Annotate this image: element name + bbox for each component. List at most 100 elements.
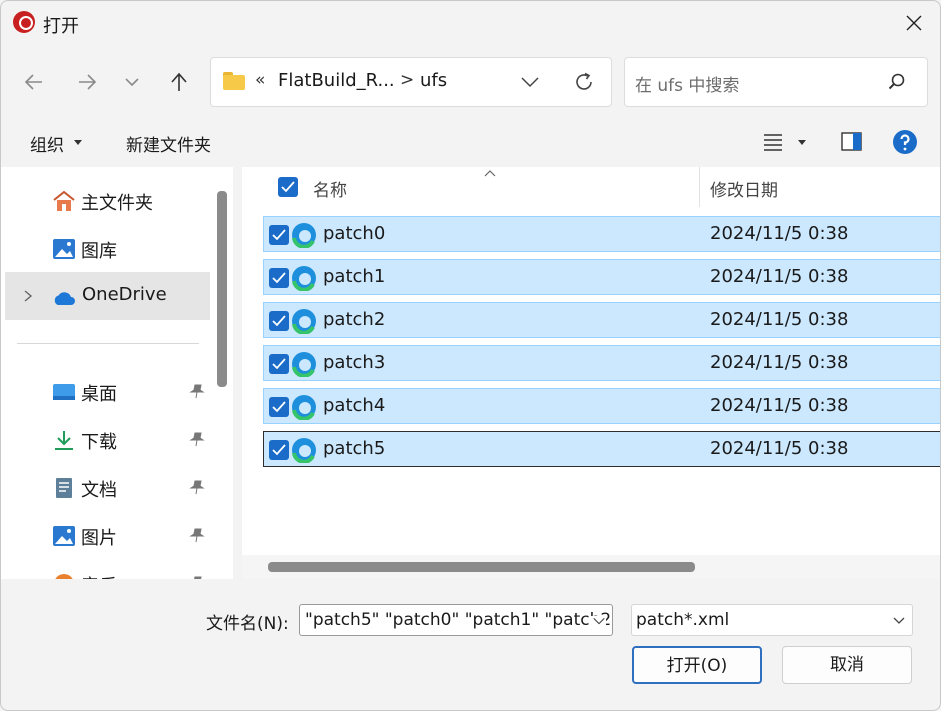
edge-file-icon (292, 395, 316, 420)
sidebar-item-onedrive[interactable]: OneDrive (5, 272, 210, 320)
expand-chevron-icon[interactable] (23, 289, 33, 303)
row-checkbox[interactable] (269, 354, 289, 374)
row-checkbox[interactable] (269, 311, 289, 331)
sidebar-item-label: OneDrive (82, 284, 167, 305)
edge-file-icon (292, 438, 316, 463)
file-name: patch1 (323, 266, 386, 287)
file-date: 2024/11/5 0:38 (710, 309, 849, 330)
view-options-caret-icon[interactable] (798, 140, 806, 145)
pin-icon (189, 528, 205, 543)
open-file-dialog: 打开 « FlatBuild_R... > ufs 在 ufs 中搜索 组织 新… (0, 0, 941, 711)
forward-button[interactable] (70, 65, 104, 99)
address-history-chevron-icon[interactable] (519, 73, 541, 91)
file-row-patch5[interactable]: patch5 2024/11/5 0:38 (263, 431, 940, 467)
file-type-select[interactable]: patch*.xml (631, 604, 913, 636)
close-icon (906, 15, 922, 31)
close-button[interactable] (889, 5, 939, 41)
download-icon (55, 431, 73, 450)
filename-input[interactable]: "patch5" "patch0" "patch1" "patch2" "pat… (299, 604, 613, 636)
sidebar-item-desktop[interactable]: 桌面 (1, 368, 211, 416)
sidebar-item-label: 文档 (81, 480, 117, 501)
view-list-icon[interactable] (763, 133, 783, 151)
pictures-icon (53, 526, 75, 546)
breadcrumb-overflow[interactable]: « (255, 70, 265, 90)
edge-file-icon (292, 352, 316, 377)
sidebar-item-pictures[interactable]: 图片 (1, 512, 211, 560)
organize-caret-icon (74, 140, 82, 145)
arrow-up-icon (171, 72, 187, 91)
organize-menu[interactable]: 组织 (30, 131, 64, 156)
pin-icon (194, 576, 202, 579)
music-icon (55, 574, 73, 579)
file-row-patch0[interactable]: patch0 2024/11/5 0:38 (263, 216, 940, 252)
arrow-right-icon (79, 74, 97, 90)
preview-pane-icon[interactable] (841, 132, 862, 151)
open-button[interactable]: 打开(O) (632, 646, 762, 684)
search-icon[interactable] (887, 72, 907, 92)
breadcrumb-separator[interactable]: > (400, 70, 414, 90)
column-header-name[interactable]: 名称 (313, 176, 347, 201)
sidebar-item-gallery[interactable]: 图库 (1, 225, 211, 273)
sidebar-item-label: 主文件夹 (81, 193, 153, 214)
back-button[interactable] (17, 65, 51, 99)
checkmark-icon (281, 181, 295, 193)
checkmark-icon (272, 229, 286, 241)
search-input[interactable]: 在 ufs 中搜索 (624, 57, 928, 107)
sidebar-item-downloads[interactable]: 下载 (1, 416, 211, 464)
checkmark-icon (272, 444, 286, 456)
column-header-modified[interactable]: 修改日期 (710, 176, 778, 201)
address-bar[interactable]: « FlatBuild_R... > ufs (210, 57, 612, 107)
horizontal-scrollbar[interactable] (268, 562, 695, 572)
app-logo-icon (13, 11, 35, 33)
pin-icon (189, 384, 205, 399)
checkmark-icon (272, 358, 286, 370)
file-date: 2024/11/5 0:38 (710, 352, 849, 373)
help-icon[interactable] (892, 129, 918, 155)
refresh-icon[interactable] (572, 70, 596, 94)
sidebar-item-home[interactable]: 主文件夹 (1, 177, 211, 225)
gallery-icon (53, 239, 75, 259)
sidebar-item-documents[interactable]: 文档 (1, 464, 211, 512)
file-row-patch2[interactable]: patch2 2024/11/5 0:38 (263, 302, 940, 338)
edge-file-icon (292, 266, 316, 291)
file-date: 2024/11/5 0:38 (710, 223, 849, 244)
sidebar-item-music[interactable]: 音乐 (1, 560, 211, 579)
select-all-checkbox[interactable] (278, 177, 298, 197)
checkmark-icon (272, 401, 286, 413)
recent-locations-button[interactable] (115, 65, 149, 99)
row-checkbox[interactable] (269, 397, 289, 417)
breadcrumb-item-flatbuild[interactable]: FlatBuild_R... (278, 70, 395, 91)
column-divider[interactable] (699, 167, 700, 207)
navigation-pane: 主文件夹 图库 OneDrive 桌面 下载 文档 图片 (1, 167, 233, 579)
cancel-button[interactable]: 取消 (782, 646, 912, 684)
onedrive-cloud-icon (54, 292, 75, 305)
edge-file-icon (292, 223, 316, 248)
sidebar-item-label: 音乐 (81, 572, 117, 579)
file-row-patch3[interactable]: patch3 2024/11/5 0:38 (263, 345, 940, 381)
folder-icon (223, 72, 245, 90)
row-checkbox[interactable] (269, 268, 289, 288)
search-placeholder: 在 ufs 中搜索 (635, 76, 740, 96)
file-date: 2024/11/5 0:38 (710, 395, 849, 416)
breadcrumb-item-ufs[interactable]: ufs (420, 70, 447, 91)
row-checkbox[interactable] (269, 225, 289, 245)
checkmark-icon (272, 272, 286, 284)
checkmark-icon (272, 315, 286, 327)
file-name: patch2 (323, 309, 386, 330)
file-list: 名称 修改日期 patch0 2024/11/5 0:38 patch1 202… (242, 167, 940, 579)
file-row-patch4[interactable]: patch4 2024/11/5 0:38 (263, 388, 940, 424)
up-button[interactable] (162, 65, 196, 99)
chevron-down-icon[interactable] (590, 616, 606, 626)
new-folder-button[interactable]: 新建文件夹 (126, 131, 211, 156)
sidebar-item-label: 下载 (81, 432, 117, 453)
chevron-down-icon[interactable] (892, 616, 906, 626)
filename-value: "patch5" "patch0" "patch1" "patch2" "pat… (305, 610, 613, 630)
file-row-patch1[interactable]: patch1 2024/11/5 0:38 (263, 259, 940, 295)
title-bar: 打开 (1, 1, 940, 45)
chevron-down-icon (125, 78, 139, 87)
document-icon (56, 478, 72, 498)
file-name: patch0 (323, 223, 386, 244)
navigation-scrollbar[interactable] (217, 191, 227, 387)
row-checkbox[interactable] (269, 440, 289, 460)
home-icon (53, 190, 75, 211)
